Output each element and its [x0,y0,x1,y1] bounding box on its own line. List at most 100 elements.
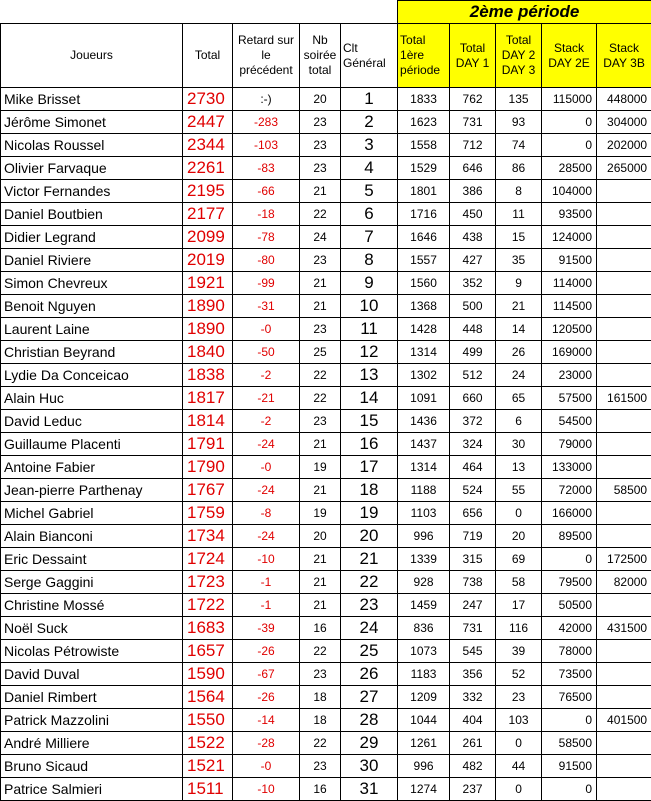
stack-day2e: 104000 [542,180,597,203]
stack-day3b: 401500 [597,709,651,732]
table-row: Patrice Salmieri1511-101631127423700 [1,778,651,801]
classement: 4 [341,157,398,180]
total-day2-day3: 93 [496,111,542,134]
stack-day2e: 0 [542,548,597,571]
player-name: Bruno Sicaud [1,755,183,778]
total-day2-day3: 6 [496,410,542,433]
stack-day3b [597,203,651,226]
stack-day2e: 0 [542,709,597,732]
total-day2-day3: 17 [496,594,542,617]
player-name: Jérôme Simonet [1,111,183,134]
classement: 20 [341,525,398,548]
total-points: 1790 [183,456,233,479]
total-1ere-periode: 1314 [398,341,450,364]
retard-value: -78 [233,226,300,249]
total-1ere-periode: 1529 [398,157,450,180]
total-day1: 762 [450,88,496,111]
total-day1: 719 [450,525,496,548]
nb-soirees: 21 [300,180,341,203]
stack-day3b: 161500 [597,387,651,410]
total-day1: 372 [450,410,496,433]
player-name: Noël Suck [1,617,183,640]
classement: 9 [341,272,398,295]
total-day1: 324 [450,433,496,456]
total-points: 2019 [183,249,233,272]
table-row: Didier Legrand2099-78247164643815124000 [1,226,651,249]
table-row: Jean-pierre Parthenay1767-24211811885245… [1,479,651,502]
stack-day2e: 133000 [542,456,597,479]
total-points: 1590 [183,663,233,686]
nb-soirees: 18 [300,686,341,709]
retard-value: -31 [233,295,300,318]
player-name: André Milliere [1,732,183,755]
total-day1: 500 [450,295,496,318]
total-day2-day3: 52 [496,663,542,686]
total-1ere-periode: 1274 [398,778,450,801]
total-1ere-periode: 1716 [398,203,450,226]
total-day1: 261 [450,732,496,755]
nb-soirees: 18 [300,709,341,732]
header-joueurs: Joueurs [1,24,183,88]
stack-day3b [597,364,651,387]
retard-value: -50 [233,341,300,364]
period-row: 2ème période [1,1,651,24]
total-day2-day3: 69 [496,548,542,571]
total-1ere-periode: 1314 [398,456,450,479]
total-day1: 660 [450,387,496,410]
total-points: 1814 [183,410,233,433]
classement: 23 [341,594,398,617]
total-day2-day3: 35 [496,249,542,272]
stack-day2e: 89500 [542,525,597,548]
total-day1: 545 [450,640,496,663]
total-points: 2344 [183,134,233,157]
nb-soirees: 24 [300,226,341,249]
total-points: 1723 [183,571,233,594]
player-name: Eric Dessaint [1,548,183,571]
total-day2-day3: 0 [496,732,542,755]
total-day1: 237 [450,778,496,801]
stack-day2e: 42000 [542,617,597,640]
total-points: 2099 [183,226,233,249]
total-day2-day3: 74 [496,134,542,157]
player-name: Benoit Nguyen [1,295,183,318]
classement: 3 [341,134,398,157]
nb-soirees: 21 [300,272,341,295]
total-points: 1921 [183,272,233,295]
player-name: Daniel Boutbien [1,203,183,226]
total-points: 1722 [183,594,233,617]
retard-value: -24 [233,525,300,548]
stack-day2e: 73500 [542,663,597,686]
stack-day3b [597,594,651,617]
classement: 14 [341,387,398,410]
table-row: Michel Gabriel1759-8191911036560166000 [1,502,651,525]
player-name: David Duval [1,663,183,686]
total-1ere-periode: 996 [398,755,450,778]
header-clt-general: Clt Général [341,24,398,88]
player-name: Jean-pierre Parthenay [1,479,183,502]
nb-soirees: 16 [300,778,341,801]
total-day1: 512 [450,364,496,387]
player-name: Olivier Farvaque [1,157,183,180]
stack-day2e: 166000 [542,502,597,525]
blank-cell [1,1,398,24]
table-row: André Milliere1522-2822291261261058500 [1,732,651,755]
total-points: 1521 [183,755,233,778]
classement: 10 [341,295,398,318]
table-row: Christine Mossé1722-1212314592471750500 [1,594,651,617]
table-row: Noël Suck1683-39162483673111642000431500 [1,617,651,640]
table-row: Daniel Boutbien2177-1822617164501193500 [1,203,651,226]
table-row: Daniel Rimbert1564-26182712093322376500 [1,686,651,709]
header-total-day2-day3: Total DAY 2 DAY 3 [496,24,542,88]
total-points: 1724 [183,548,233,571]
table-row: Laurent Laine1890-02311142844814120500 [1,318,651,341]
player-name: Michel Gabriel [1,502,183,525]
total-day1: 448 [450,318,496,341]
total-day1: 356 [450,663,496,686]
total-day2-day3: 20 [496,525,542,548]
table-row: David Duval1590-67232611833565273500 [1,663,651,686]
total-points: 1759 [183,502,233,525]
stack-day2e: 0 [542,134,597,157]
stack-day2e: 124000 [542,226,597,249]
stack-day3b: 58500 [597,479,651,502]
nb-soirees: 22 [300,732,341,755]
